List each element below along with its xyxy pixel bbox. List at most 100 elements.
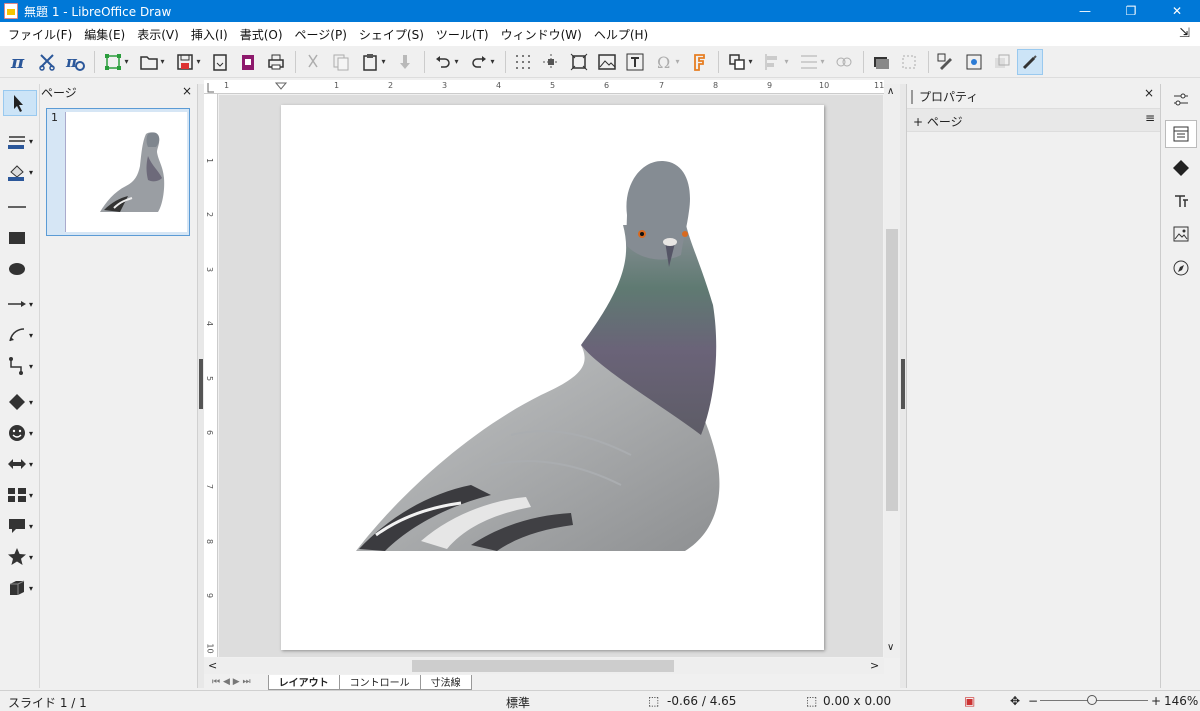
tab-dimension-lines[interactable]: 寸法線 xyxy=(419,674,472,690)
scroll-up-icon[interactable]: ∧ xyxy=(887,86,894,97)
basic-shapes-icon[interactable]: ▾ xyxy=(3,389,37,415)
transform-icon[interactable] xyxy=(99,49,133,75)
splitter-grip[interactable] xyxy=(901,359,905,409)
copy-icon[interactable] xyxy=(328,49,354,75)
drawing-canvas[interactable] xyxy=(219,95,883,657)
clone-format-icon[interactable] xyxy=(392,49,418,75)
navigator-icon[interactable] xyxy=(1165,254,1197,282)
callouts-icon[interactable]: ▾ xyxy=(3,513,37,539)
rectangle-icon[interactable] xyxy=(3,225,37,251)
zoom-level[interactable]: 146% xyxy=(1164,694,1198,708)
menu-file[interactable]: ファイル(F) xyxy=(2,26,78,43)
glue-icon[interactable] xyxy=(989,49,1015,75)
menu-tools[interactable]: ツール(T) xyxy=(430,26,495,43)
flowchart-icon[interactable]: ▾ xyxy=(3,482,37,508)
transformations-icon[interactable] xyxy=(723,49,757,75)
line-color-tool-icon[interactable]: ▾ xyxy=(3,128,37,154)
horizontal-scrollbar[interactable]: < > xyxy=(204,658,884,674)
minimize-button[interactable]: — xyxy=(1062,0,1108,22)
page-section-header[interactable]: + ページ ≡ xyxy=(907,108,1161,132)
page-style[interactable]: 標準 xyxy=(506,694,530,711)
document-modified-icon[interactable]: ▣ xyxy=(964,694,975,708)
menu-help[interactable]: ヘルプ(H) xyxy=(588,26,654,43)
tunnel-pin-icon[interactable]: ⇲ xyxy=(1179,26,1190,41)
cut-icon[interactable] xyxy=(300,49,326,75)
gallery-icon[interactable] xyxy=(1165,220,1197,248)
save-icon[interactable] xyxy=(171,49,205,75)
print-icon[interactable] xyxy=(263,49,289,75)
align-icon[interactable] xyxy=(759,49,793,75)
menu-window[interactable]: ウィンドウ(W) xyxy=(495,26,588,43)
symbol-shapes-icon[interactable]: ▾ xyxy=(3,420,37,446)
insert-textbox-icon[interactable] xyxy=(622,49,648,75)
cut-tool-icon[interactable] xyxy=(34,49,60,75)
open-icon[interactable] xyxy=(135,49,169,75)
menu-format[interactable]: 書式(O) xyxy=(234,26,289,43)
close-button[interactable]: ✕ xyxy=(1154,0,1200,22)
3d-objects-icon[interactable]: ▾ xyxy=(3,575,37,601)
zoom-in-icon[interactable]: + xyxy=(1151,694,1161,708)
fit-page-icon[interactable]: ✥ xyxy=(1010,694,1020,708)
tab-controls[interactable]: コントロール xyxy=(338,674,421,690)
export-pdf-icon[interactable] xyxy=(235,49,261,75)
shapes-icon[interactable] xyxy=(1165,154,1197,182)
scroll-right-icon[interactable]: > xyxy=(870,659,879,672)
properties-panel-close-button[interactable]: × xyxy=(1144,86,1154,100)
horizontal-scroll-thumb[interactable] xyxy=(412,660,674,672)
zoom-slider-knob[interactable] xyxy=(1086,695,1097,705)
scroll-down-icon[interactable]: ∨ xyxy=(887,642,894,653)
restore-button[interactable]: ❐ xyxy=(1108,0,1154,22)
pigeon-image[interactable] xyxy=(281,105,824,650)
splitter-grip[interactable] xyxy=(199,359,203,409)
scroll-left-icon[interactable]: < xyxy=(208,659,217,672)
expand-icon[interactable]: + xyxy=(913,115,923,129)
grid-icon[interactable] xyxy=(510,49,536,75)
block-arrows-icon[interactable]: ▾ xyxy=(3,451,37,477)
drawing-page[interactable] xyxy=(281,105,824,650)
formula-icon[interactable]: π xyxy=(6,49,32,75)
select-icon[interactable] xyxy=(3,90,37,116)
zoom-page-icon[interactable] xyxy=(566,49,592,75)
distribute-icon[interactable] xyxy=(795,49,829,75)
toggle-extrusion-icon[interactable] xyxy=(933,49,959,75)
styles-icon[interactable] xyxy=(1165,187,1197,215)
points-icon[interactable] xyxy=(961,49,987,75)
crop-icon[interactable] xyxy=(896,49,922,75)
menu-edit[interactable]: 編集(E) xyxy=(78,26,131,43)
properties-icon[interactable] xyxy=(1165,120,1197,148)
connectors-icon[interactable]: ▾ xyxy=(3,353,37,379)
tab-navigation-icon[interactable]: ⏮ ◀ ▶ ⏭ xyxy=(212,677,251,687)
lines-arrows-icon[interactable]: ▾ xyxy=(3,291,37,317)
zoom-out-icon[interactable]: − xyxy=(1028,694,1038,708)
ellipse-icon[interactable] xyxy=(3,256,37,282)
paste-icon[interactable] xyxy=(356,49,390,75)
line-icon[interactable] xyxy=(3,194,37,220)
menu-view[interactable]: 表示(V) xyxy=(131,26,185,43)
fontwork-icon[interactable] xyxy=(686,49,712,75)
shadow-icon[interactable] xyxy=(868,49,894,75)
redo-icon[interactable] xyxy=(465,49,499,75)
menu-shape[interactable]: シェイプ(S) xyxy=(353,26,430,43)
undo-icon[interactable] xyxy=(429,49,463,75)
tab-layout[interactable]: レイアウト xyxy=(267,674,340,690)
vertical-scrollbar[interactable]: ∧ ∨ xyxy=(884,84,900,658)
vertical-ruler[interactable]: 1 2 3 4 5 6 7 8 9 10 xyxy=(204,94,218,657)
line-color-icon[interactable] xyxy=(1017,48,1043,75)
fill-color-icon[interactable]: ▾ xyxy=(3,159,37,185)
insert-image-icon[interactable] xyxy=(594,49,620,75)
pages-panel-close-button[interactable]: × xyxy=(182,84,192,98)
page-thumbnail[interactable]: 1 xyxy=(46,108,190,236)
stars-icon[interactable]: ▾ xyxy=(3,544,37,570)
arrange-icon[interactable] xyxy=(831,49,857,75)
menu-insert[interactable]: 挿入(I) xyxy=(185,26,234,43)
curves-icon[interactable]: ▾ xyxy=(3,322,37,348)
horizontal-ruler[interactable]: 1 1 2 3 4 5 6 7 8 9 10 11 xyxy=(204,80,884,94)
special-character-icon[interactable]: Ω xyxy=(650,49,684,75)
menu-page[interactable]: ページ(P) xyxy=(289,26,353,43)
helplines-icon[interactable] xyxy=(538,49,564,75)
export-icon[interactable] xyxy=(207,49,233,75)
section-menu-icon[interactable]: ≡ xyxy=(1145,111,1155,125)
vertical-scroll-thumb[interactable] xyxy=(886,229,898,511)
clear-formatting-icon[interactable]: π xyxy=(62,49,88,75)
sidebar-settings-icon[interactable] xyxy=(1165,86,1197,114)
